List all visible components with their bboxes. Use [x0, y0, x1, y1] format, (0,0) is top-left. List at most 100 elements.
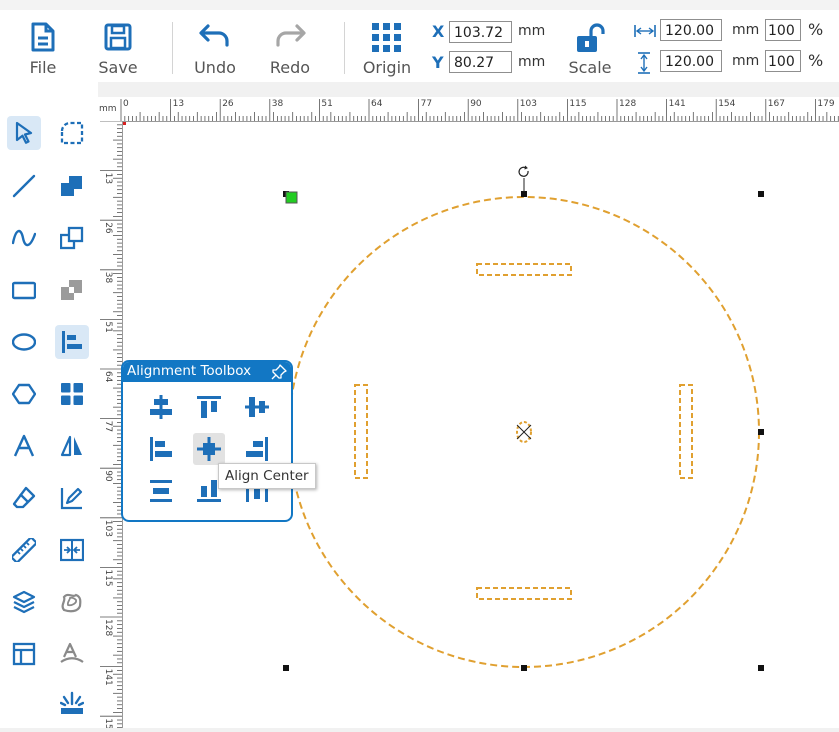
ruler-label: 13 [173, 99, 184, 109]
align-center-button[interactable] [193, 433, 225, 465]
undo-icon [199, 24, 229, 47]
laser-tool[interactable] [55, 686, 89, 720]
ruler-label: 141 [669, 99, 686, 109]
align-top-button[interactable] [193, 391, 225, 423]
y-position-input[interactable]: 80.27 [449, 51, 512, 73]
polygon-tool[interactable] [7, 377, 41, 411]
text-tool[interactable] [7, 429, 41, 463]
origin-anchor-marker[interactable] [285, 191, 298, 204]
origin-marker [123, 122, 126, 125]
top-slot-shape[interactable] [476, 263, 572, 276]
redo-button[interactable]: Redo [255, 10, 325, 82]
align-vertical-center-button[interactable] [241, 391, 273, 423]
file-label: File [29, 58, 57, 77]
scale-lock-button[interactable]: Scale [555, 10, 625, 82]
selection-handle[interactable] [758, 665, 764, 671]
right-slot-shape[interactable] [679, 384, 693, 479]
scale-label: Scale [568, 58, 612, 77]
selection-handle[interactable] [283, 665, 289, 671]
curve-tool[interactable] [7, 221, 41, 255]
ruler-label: 103 [520, 99, 537, 109]
height-percent-input[interactable]: 100 [765, 50, 801, 72]
ruler-label: 90 [103, 470, 113, 482]
mirror-icon [60, 435, 82, 457]
select-tool[interactable] [7, 116, 41, 150]
align-h-center-icon [150, 395, 172, 419]
rotate-handle-icon[interactable] [518, 165, 529, 192]
selection-handle[interactable] [758, 429, 764, 435]
ruler-label: 167 [768, 99, 785, 109]
align-right-icon [246, 437, 268, 461]
selection-handle[interactable] [758, 191, 764, 197]
redo-label: Redo [269, 58, 311, 77]
width-percent-sign: % [808, 20, 824, 39]
x-position-input[interactable]: 103.72 [449, 21, 512, 43]
alignment-toolbox-title: Alignment Toolbox [127, 363, 252, 379]
text-a-icon [13, 434, 35, 457]
alignment-toolbox-panel: Alignment Toolbox [121, 360, 293, 522]
origin-button[interactable]: Origin [352, 10, 422, 82]
save-label: Save [98, 58, 138, 77]
undo-button[interactable]: Undo [180, 10, 250, 82]
ruler-label: 38 [272, 99, 284, 109]
curve-icon [12, 229, 36, 247]
ellipse-tool[interactable] [7, 325, 41, 359]
duplicate-tool[interactable] [55, 221, 89, 255]
distribute-v-icon [150, 480, 172, 502]
rectangle-tool[interactable] [7, 273, 41, 307]
toolbar-divider [172, 22, 173, 74]
origin-label: Origin [362, 58, 412, 77]
fit-tool[interactable] [55, 533, 89, 567]
alignment-toolbox-header[interactable]: Alignment Toolbox [123, 362, 291, 382]
ruler-label: 26 [222, 99, 234, 109]
height-arrows-icon [638, 52, 650, 74]
offset-tool[interactable] [55, 585, 89, 619]
origin-grid-icon [372, 23, 401, 52]
vertical-ruler: 13 26 38 51 64 77 90 103 115 128 141 154 [98, 120, 123, 732]
ruler-label: 154 [103, 718, 113, 728]
selection-handle[interactable] [521, 665, 527, 671]
y-label: Y [432, 53, 444, 72]
alignment-tool[interactable] [55, 325, 89, 359]
align-horizontal-center-button[interactable] [145, 391, 177, 423]
ruler-label: 77 [103, 421, 113, 432]
distribute-vertical-button[interactable] [145, 475, 177, 507]
text-on-path-tool[interactable] [55, 637, 89, 671]
bottom-slot-shape[interactable] [476, 587, 572, 600]
title-strip [0, 0, 839, 10]
boolean-union-tool[interactable] [55, 169, 89, 203]
width-input[interactable]: 120.00 [660, 19, 722, 41]
left-slot-shape[interactable] [354, 384, 368, 479]
align-left-icon [150, 437, 172, 461]
layers-tool[interactable] [7, 585, 41, 619]
cursor-icon [15, 121, 33, 144]
ruler-label: 26 [103, 222, 113, 234]
align-center-tooltip: Align Center [218, 463, 316, 489]
align-center-icon [197, 437, 221, 461]
line-tool[interactable] [7, 169, 41, 203]
layout-icon [12, 642, 36, 666]
array-tool[interactable] [55, 377, 89, 411]
edit-node-tool[interactable] [55, 481, 89, 515]
measure-tool[interactable] [7, 533, 41, 567]
mirror-tool[interactable] [55, 429, 89, 463]
pin-icon[interactable] [271, 364, 287, 380]
eraser-tool[interactable] [7, 481, 41, 515]
file-button[interactable]: File [8, 10, 78, 82]
ruler-label: 0 [123, 99, 129, 109]
unlock-icon [577, 23, 605, 52]
duplicate-icon [60, 226, 84, 250]
width-arrows-icon [634, 25, 656, 37]
boolean-subtract-tool[interactable] [55, 273, 89, 307]
align-right-button[interactable] [241, 433, 273, 465]
width-unit: mm [732, 22, 760, 38]
layout-tool[interactable] [7, 637, 41, 671]
text-path-icon [60, 642, 84, 663]
save-button[interactable]: Save [83, 10, 153, 82]
height-input[interactable]: 120.00 [660, 50, 722, 72]
rounded-corner-tool[interactable] [55, 116, 89, 150]
width-percent-input[interactable]: 100 [765, 19, 801, 41]
align-left-button[interactable] [145, 433, 177, 465]
ruler-label: 51 [321, 99, 332, 109]
pen-angle-icon [60, 487, 83, 510]
